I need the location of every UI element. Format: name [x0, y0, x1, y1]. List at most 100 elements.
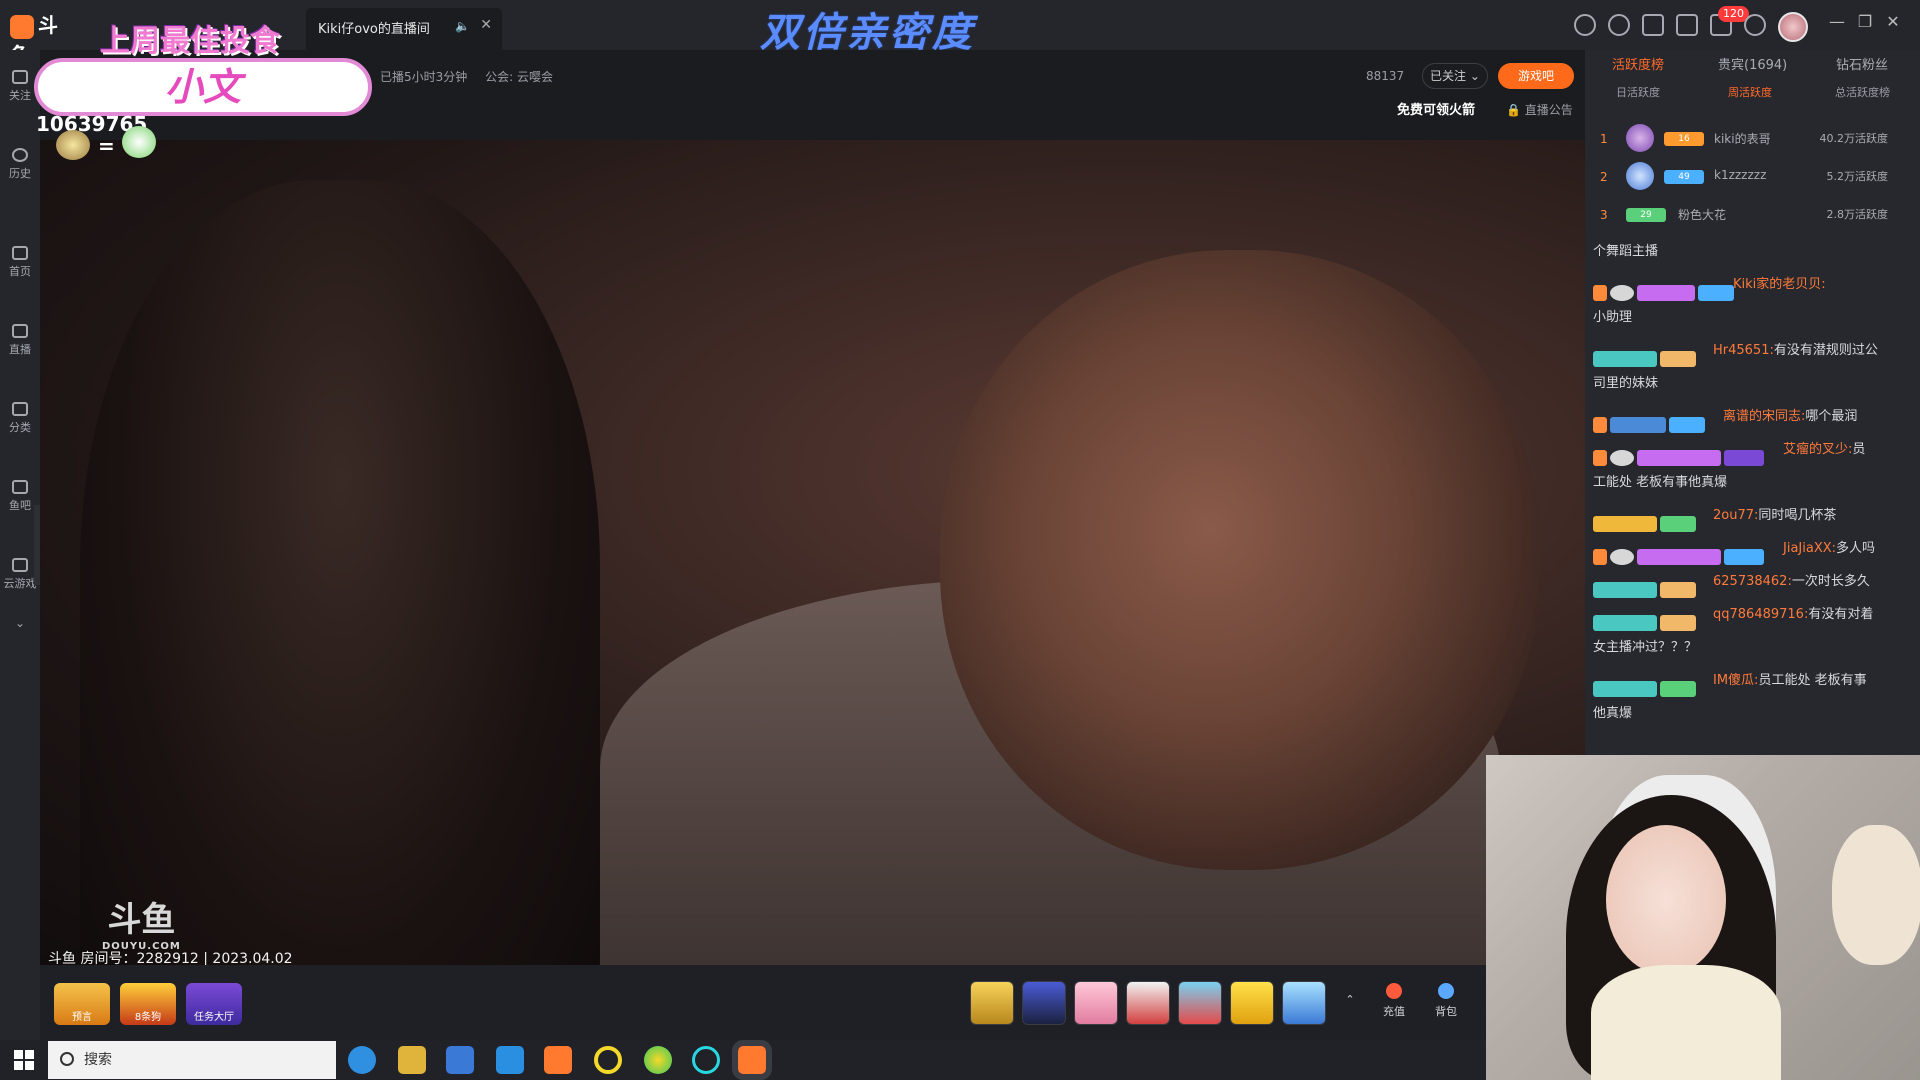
tab-diamond-fans[interactable]: 钻石粉丝	[1836, 54, 1888, 73]
chat-user[interactable]: IM傻瓜:	[1713, 673, 1758, 688]
restore-icon[interactable]: ❐	[1854, 12, 1876, 31]
file-explorer-icon[interactable]	[398, 1046, 426, 1074]
minimize-icon[interactable]: —	[1826, 12, 1848, 31]
close-tab-icon[interactable]: ✕	[480, 17, 492, 33]
nav-label: 云游戏	[3, 577, 37, 590]
video-player[interactable]: 斗鱼 DOUYU.COM 斗鱼 房间号：2282912 | 2023.04.02	[40, 140, 1585, 965]
taskbar-search[interactable]: 搜索	[48, 1041, 336, 1079]
equals-sign: =	[98, 134, 115, 158]
recharge-button[interactable]: 充值	[1374, 983, 1414, 1019]
chat-content: 多人吗	[1836, 541, 1876, 556]
prediction-button[interactable]: 预言	[54, 983, 110, 1025]
follow-button[interactable]: 已关注 ⌄	[1422, 63, 1488, 89]
bag-button[interactable]: 背包	[1426, 983, 1466, 1019]
speaker-icon[interactable]: 🔈	[455, 19, 470, 33]
douyu-watermark: 斗鱼 DOUYU.COM	[102, 892, 181, 952]
gift-item[interactable]	[1022, 981, 1066, 1025]
best-investor-title: 上周最佳投食	[100, 24, 280, 59]
game-bar-label: 游戏吧	[1517, 69, 1554, 83]
announcement-link[interactable]: 🔒 直播公告	[1506, 101, 1573, 118]
chat-list[interactable]: 个舞蹈主播 Kiki家的老贝贝: 小助理 Hr45651:有没有潜规则过公 司里…	[1585, 235, 1920, 755]
history-icon[interactable]	[1574, 14, 1596, 36]
edge-icon[interactable]	[348, 1046, 376, 1074]
guild-label[interactable]: 公会: 云嘤会	[485, 70, 553, 84]
gift-item[interactable]	[1126, 981, 1170, 1025]
gift-more-button[interactable]: ⌃	[1330, 993, 1370, 1006]
rank-avatar	[1626, 162, 1654, 190]
nav-live[interactable]: 直播	[0, 324, 40, 357]
rank-row[interactable]: 2 49 k1zzzzzz 5.2万活跃度	[1600, 162, 1900, 192]
nav-label: 历史	[9, 167, 31, 180]
calendar-icon[interactable]	[1642, 14, 1664, 36]
chat-user[interactable]: 艾瘤的叉少:	[1783, 442, 1852, 457]
tv-icon	[12, 324, 28, 338]
chat-user[interactable]: qq786489716:	[1713, 607, 1808, 622]
nav-more[interactable]: ⌄	[0, 616, 40, 630]
rank-row[interactable]: 1 16 kiki的表哥 40.2万活跃度	[1600, 124, 1900, 154]
nav-home[interactable]: 首页	[0, 246, 40, 279]
dogs-button[interactable]: 8条狗	[120, 983, 176, 1025]
free-rocket-link[interactable]: 免费可领火箭	[1397, 99, 1475, 118]
rank-num: 3	[1600, 208, 1608, 222]
gift-item[interactable]	[970, 981, 1014, 1025]
settings-icon[interactable]	[1744, 14, 1766, 36]
chat-content: 有没有对着	[1808, 607, 1874, 622]
chrome-icon[interactable]	[644, 1046, 672, 1074]
rank-name: k1zzzzzz	[1714, 168, 1767, 182]
nav-label: 鱼吧	[9, 499, 31, 512]
streamer-left	[80, 180, 600, 965]
chat-content: 司里的妹妹	[1593, 376, 1659, 391]
douyu-active-icon[interactable]	[732, 1040, 772, 1080]
chat-content: 他真爆	[1593, 706, 1633, 721]
chevron-up-icon: ⌃	[1345, 993, 1355, 1006]
mail-icon[interactable]	[496, 1046, 524, 1074]
gift-item[interactable]	[1282, 981, 1326, 1025]
user-avatar[interactable]	[1778, 12, 1808, 42]
chat-user[interactable]: Hr45651:	[1713, 343, 1774, 358]
chat-message: qq786489716:有没有对着	[1585, 598, 1920, 631]
heart-icon[interactable]	[1608, 14, 1630, 36]
gift-item[interactable]	[1178, 981, 1222, 1025]
chat-message: 女主播冲过？？？	[1585, 631, 1920, 664]
pip-camera[interactable]	[1486, 755, 1920, 1080]
gift-item[interactable]	[1230, 981, 1274, 1025]
rank-row[interactable]: 3 29 粉色大花 2.8万活跃度	[1600, 200, 1900, 230]
douyu-fish-icon	[10, 14, 34, 39]
rank-avatar	[1626, 124, 1654, 152]
gift-item[interactable]	[1074, 981, 1118, 1025]
chat-content: 哪个最润	[1805, 409, 1858, 424]
windows-start-icon[interactable]	[14, 1050, 34, 1070]
chat-user[interactable]: Kiki家的老贝贝:	[1733, 277, 1826, 292]
task-hall-button[interactable]: 任务大厅	[186, 983, 242, 1025]
tab-activity-rank[interactable]: 活跃度榜	[1612, 54, 1664, 73]
chat-user[interactable]: JiaJiaXX:	[1783, 541, 1836, 556]
shirt-icon[interactable]	[1676, 14, 1698, 36]
viewer-count: 88137	[1366, 69, 1405, 83]
user-badges	[1593, 508, 1713, 532]
chat-user[interactable]: 625738462:	[1713, 574, 1792, 589]
bag-label: 背包	[1435, 1005, 1457, 1018]
chat-user[interactable]: 2ou77:	[1713, 508, 1758, 523]
chat-content: 员工能处 老板有事	[1758, 673, 1867, 688]
store-icon[interactable]	[446, 1046, 474, 1074]
chat-user[interactable]: 离谱的宋同志:	[1723, 409, 1805, 424]
tab-live-room[interactable]: Kiki仔ovo的直播间 🔈 ✕	[306, 8, 502, 50]
close-window-icon[interactable]: ✕	[1882, 12, 1904, 31]
subtab-total[interactable]: 总活跃度榜	[1835, 84, 1890, 100]
nav-history[interactable]: 历史	[0, 148, 40, 181]
search-placeholder: 搜索	[84, 1052, 112, 1068]
subtab-weekly[interactable]: 周活跃度	[1728, 84, 1772, 100]
app-blue-icon[interactable]	[692, 1046, 720, 1074]
user-badges	[1593, 673, 1713, 697]
douyu-taskbar-icon[interactable]	[544, 1046, 572, 1074]
dogs-label: 8条狗	[134, 1012, 162, 1023]
douyu-logo[interactable]: 斗鱼	[10, 10, 72, 67]
rank-num: 1	[1600, 132, 1608, 146]
tab-vip[interactable]: 贵宾(1694)	[1718, 54, 1787, 73]
nav-category[interactable]: 分类	[0, 402, 40, 435]
subtab-daily[interactable]: 日活跃度	[1616, 84, 1660, 100]
user-badges	[1593, 343, 1713, 367]
app-ring-icon[interactable]	[594, 1046, 622, 1074]
game-bar-button[interactable]: 游戏吧	[1498, 63, 1574, 89]
user-badges	[1593, 607, 1713, 631]
